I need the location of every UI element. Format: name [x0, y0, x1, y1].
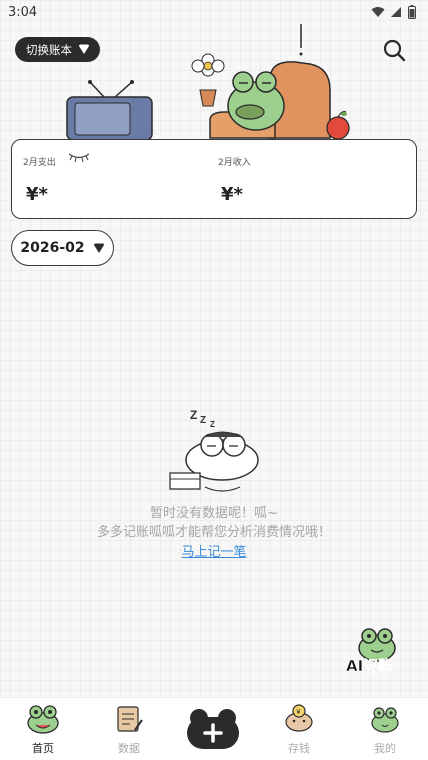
frog-character [227, 71, 285, 131]
wifi-icon [371, 7, 385, 17]
tab-home-label: 首页 [32, 742, 54, 755]
tab-data-label: 数据 [118, 742, 140, 755]
piggy-bank-icon: ¥ [285, 704, 313, 732]
record-now-link[interactable]: 马上记一笔 [0, 541, 428, 560]
flower-illustration [191, 53, 225, 107]
income-label: 2月收入 [218, 158, 251, 168]
add-record-button[interactable] [186, 708, 240, 750]
tab-profile-label: 我的 [374, 742, 396, 755]
month-selector[interactable]: 2026-02 [11, 230, 114, 266]
tab-profile[interactable]: 我的 [350, 698, 420, 758]
tab-data[interactable]: 数据 [94, 698, 164, 758]
frog-profile-icon [371, 707, 399, 733]
svg-text:Z: Z [190, 408, 197, 422]
sleeping-frog-illustration: Z Z Z [169, 408, 259, 492]
svg-text:Z: Z [200, 415, 206, 426]
income-value: ¥* [221, 184, 243, 205]
empty-state-line1: 暂时没有数据呢！呱~ [150, 506, 278, 521]
caret-down-icon [79, 44, 89, 54]
tab-savings-label: 存钱 [288, 742, 310, 755]
switch-account-button[interactable]: 切换账本 [15, 37, 100, 62]
switch-account-label: 切换账本 [26, 42, 72, 57]
frog-banner-illustration [66, 24, 350, 141]
svg-text:¥: ¥ [297, 709, 301, 716]
caret-down-icon [93, 243, 104, 253]
stats-card: 2月支出 ¥* 2月收入 ¥* [11, 139, 417, 219]
search-icon [383, 39, 406, 62]
notebook-icon [117, 706, 143, 732]
battery-icon [408, 5, 416, 19]
status-time: 3:04 [8, 5, 38, 20]
tab-home[interactable]: 首页 [8, 698, 78, 758]
signal-icon [391, 7, 401, 17]
ai-bookkeeping-label: AI记账 [346, 657, 394, 676]
status-icons [371, 5, 416, 19]
expense-value: ¥* [26, 184, 48, 205]
svg-text:Z: Z [210, 420, 215, 429]
eye-closed-icon[interactable] [68, 151, 90, 163]
empty-state-line2: 多多记账呱呱才能帮您分析消费情况哦！ [96, 525, 331, 540]
tv-illustration [66, 80, 153, 141]
frog-home-icon [27, 705, 59, 734]
month-label: 2026-02 [20, 240, 85, 256]
expense-label: 2月支出 [23, 158, 56, 168]
search-button[interactable] [382, 38, 406, 62]
tab-savings[interactable]: ¥ 存钱 [264, 698, 334, 758]
